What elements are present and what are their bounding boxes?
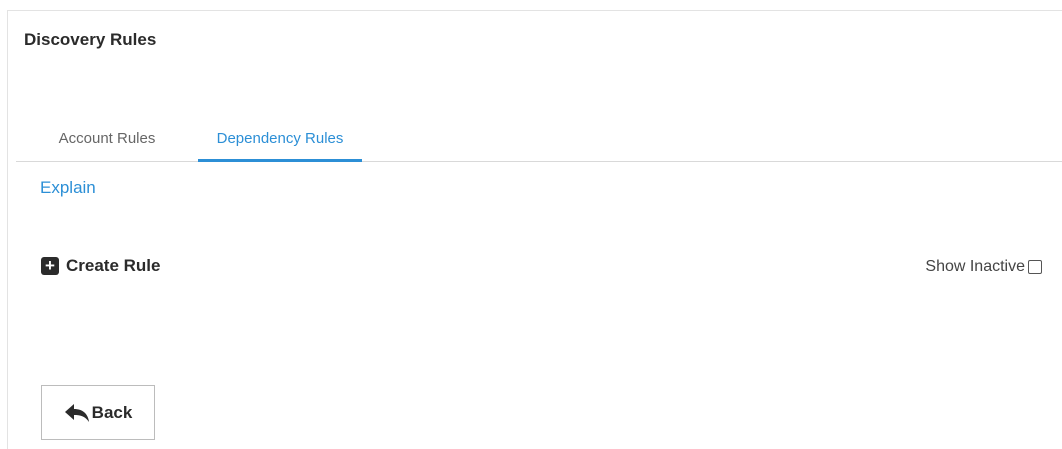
back-label: Back bbox=[91, 402, 133, 422]
show-inactive-checkbox[interactable] bbox=[1028, 260, 1042, 274]
explain-link[interactable]: Explain bbox=[40, 178, 96, 198]
create-rule-button[interactable]: + Create Rule bbox=[41, 256, 160, 276]
tab-dependency-rules[interactable]: Dependency Rules bbox=[198, 118, 362, 162]
show-inactive-label: Show Inactive bbox=[925, 258, 1025, 275]
reply-arrow-icon bbox=[64, 403, 89, 422]
page-title: Discovery Rules bbox=[24, 30, 157, 49]
tab-account-rules[interactable]: Account Rules bbox=[34, 118, 180, 162]
back-button[interactable]: Back bbox=[41, 385, 155, 440]
discovery-rules-panel: Discovery Rules Account Rules Dependency… bbox=[7, 10, 1062, 449]
rules-tabs: Account Rules Dependency Rules bbox=[16, 118, 1062, 162]
plus-square-icon: + bbox=[41, 257, 59, 275]
show-inactive-toggle[interactable]: Show Inactive bbox=[925, 258, 1042, 276]
create-rule-label: Create Rule bbox=[66, 256, 161, 275]
